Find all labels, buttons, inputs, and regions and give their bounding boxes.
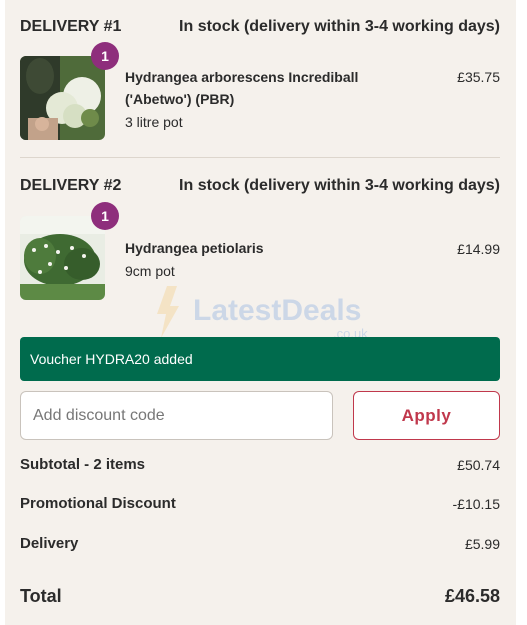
stock-status: In stock (delivery within 3-4 working da… bbox=[179, 177, 500, 194]
total-value: £46.58 bbox=[444, 586, 500, 606]
latestdeals-watermark-logo: LatestDeals .co.uk bbox=[157, 286, 368, 340]
promo-discount-row: Promotional Discount -£10.15 bbox=[20, 495, 500, 512]
subtotal-value: £50.74 bbox=[457, 456, 500, 473]
delivery-header-2: DELIVERY #2 In stock (delivery within 3-… bbox=[20, 177, 500, 195]
delivery-value: £5.99 bbox=[464, 535, 500, 552]
basket-panel: DELIVERY #1 In stock (delivery within 3-… bbox=[5, 0, 516, 625]
promo-discount-value: -£10.15 bbox=[452, 495, 500, 512]
subtotal-row: Subtotal - 2 items £50.74 bbox=[20, 456, 500, 473]
delivery-row: Delivery £5.99 bbox=[20, 535, 500, 552]
voucher-message: Voucher HYDRA20 added bbox=[30, 351, 193, 367]
subtotal-label: Subtotal - 2 items bbox=[20, 456, 146, 473]
product-image-1[interactable] bbox=[20, 56, 105, 140]
total-label: Total bbox=[20, 586, 62, 606]
divider bbox=[20, 157, 500, 158]
product-image-2[interactable] bbox=[20, 216, 105, 300]
delivery-title: DELIVERY #2 bbox=[20, 177, 122, 194]
white-hydrangea-icon bbox=[20, 56, 105, 140]
delivery-label: Delivery bbox=[20, 535, 79, 552]
item-name-1[interactable]: Hydrangea arborescens Incrediball ('Abet… bbox=[125, 66, 375, 110]
item-price-1: £35.75 bbox=[457, 69, 500, 85]
delivery-header-1: DELIVERY #1 In stock (delivery within 3-… bbox=[20, 18, 500, 36]
quantity-badge-1: 1 bbox=[91, 42, 119, 70]
total-row: Total £46.58 bbox=[20, 586, 500, 607]
item-size-1: 3 litre pot bbox=[125, 114, 183, 130]
climbing-hydrangea-icon bbox=[20, 216, 105, 300]
delivery-title: DELIVERY #1 bbox=[20, 18, 122, 35]
quantity-badge-2: 1 bbox=[91, 202, 119, 230]
item-name-2[interactable]: Hydrangea petiolaris bbox=[125, 237, 375, 259]
item-size-2: 9cm pot bbox=[125, 263, 175, 279]
item-price-2: £14.99 bbox=[457, 241, 500, 257]
apply-button[interactable]: Apply bbox=[353, 391, 500, 440]
discount-code-input[interactable] bbox=[20, 391, 333, 440]
svg-text:LatestDeals: LatestDeals bbox=[193, 294, 361, 327]
promo-discount-label: Promotional Discount bbox=[20, 495, 176, 512]
voucher-banner: Voucher HYDRA20 added bbox=[20, 337, 500, 381]
stock-status: In stock (delivery within 3-4 working da… bbox=[179, 18, 500, 35]
